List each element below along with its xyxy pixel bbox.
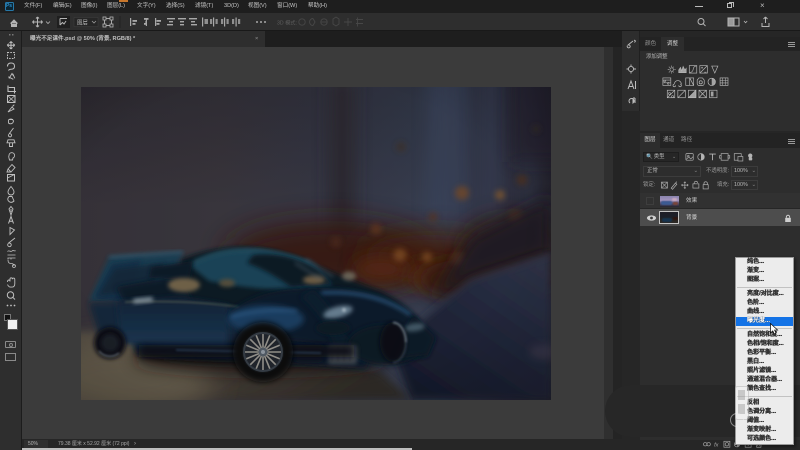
svg-text:fx: fx [714, 442, 719, 448]
svg-text:图层: 图层 [77, 18, 88, 26]
svg-text:3D 模式:: 3D 模式: [277, 19, 297, 27]
